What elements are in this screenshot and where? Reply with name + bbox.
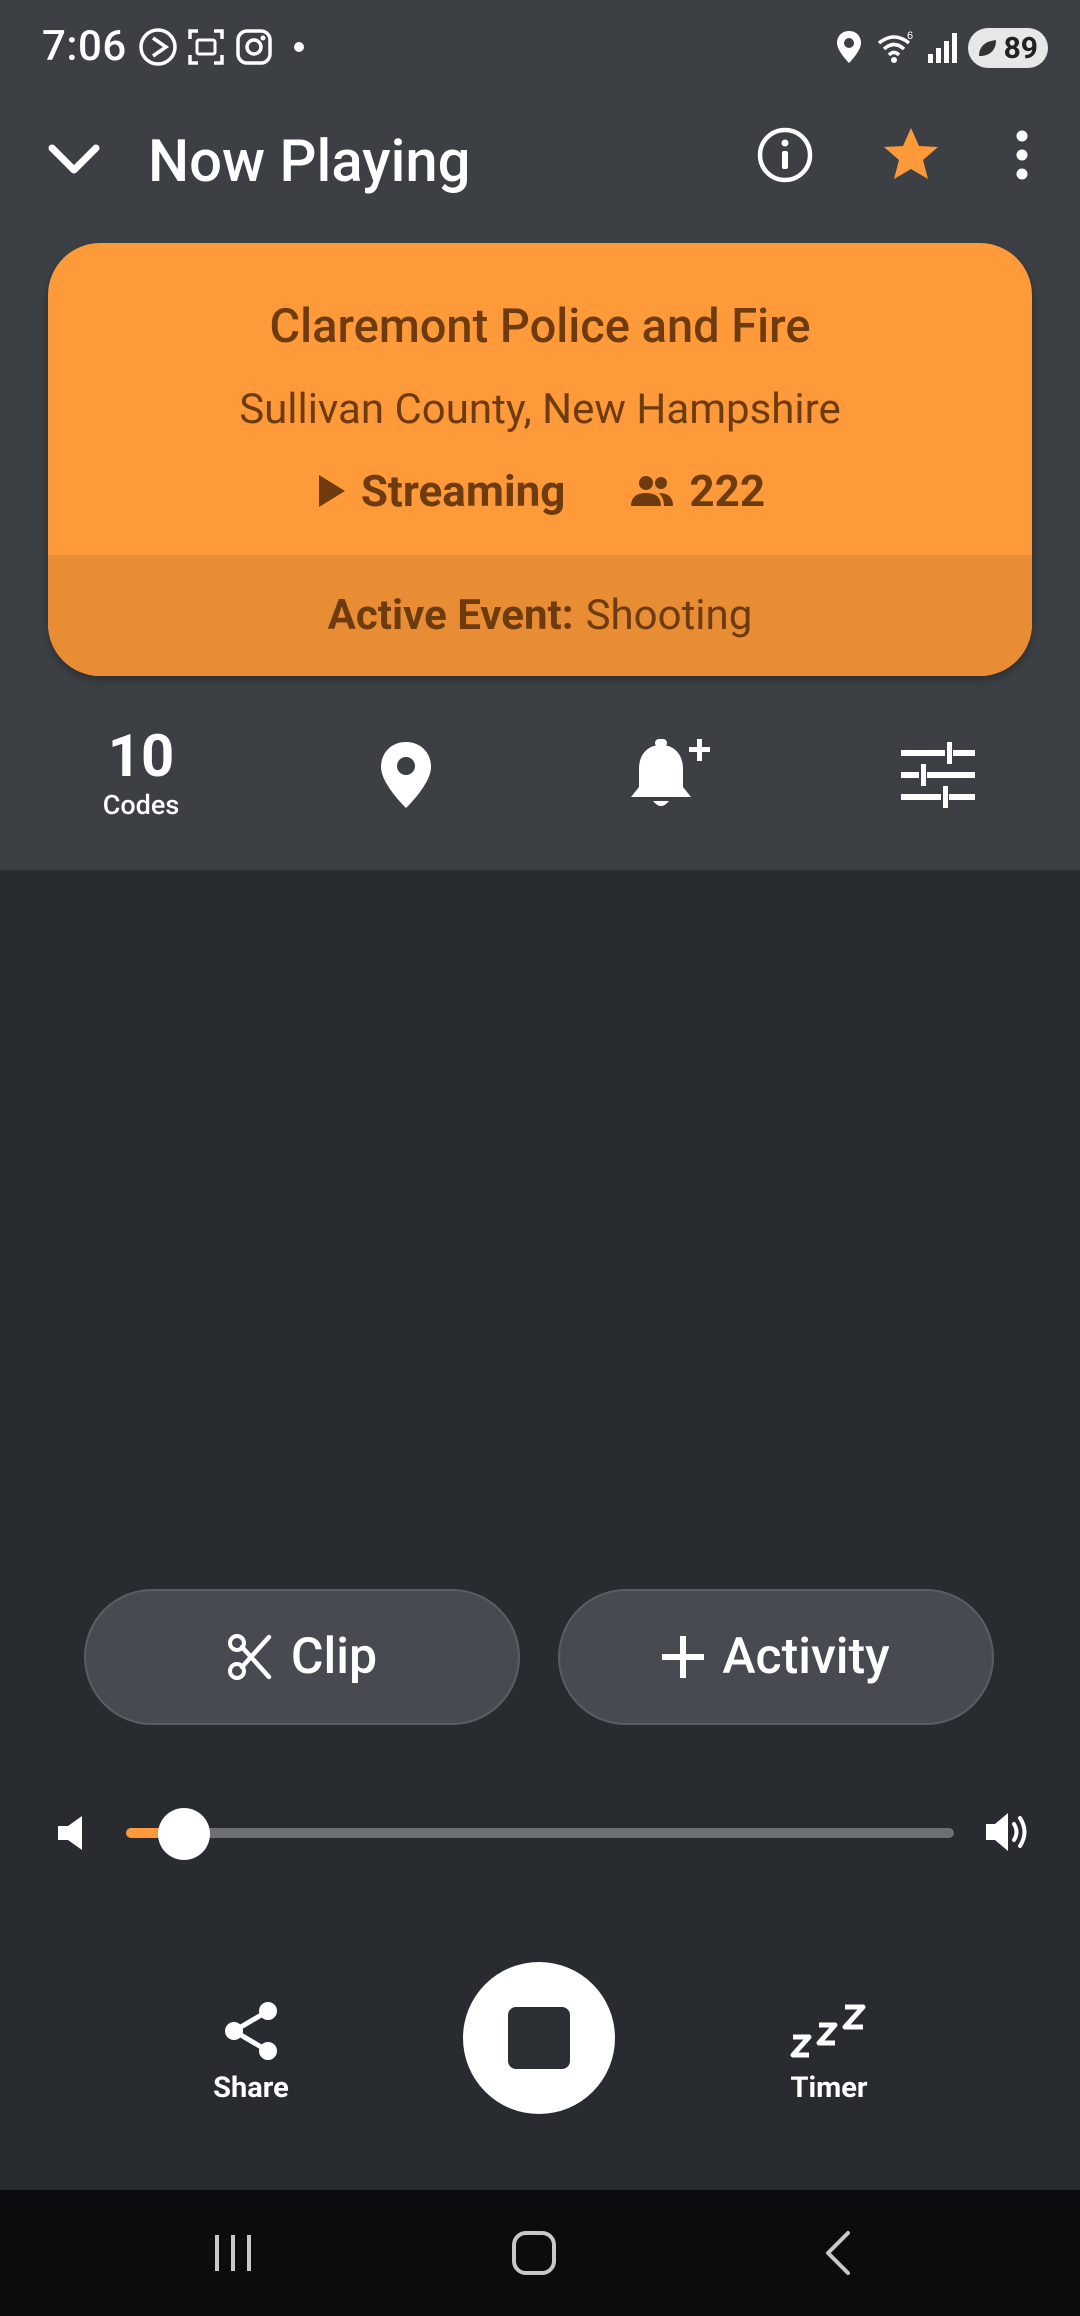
- stop-icon: [508, 2007, 570, 2069]
- stop-button[interactable]: [463, 1962, 615, 2114]
- media-notification-icon: [139, 28, 177, 66]
- bell-plus-icon: [631, 739, 710, 806]
- audio-settings-button[interactable]: [858, 720, 1018, 830]
- scissors-icon: [227, 1634, 272, 1680]
- recent-apps-button[interactable]: [188, 2218, 278, 2288]
- feed-name: Claremont Police and Fire: [269, 299, 811, 354]
- listeners-icon: [631, 476, 674, 506]
- timer-label: Timer: [790, 2071, 868, 2105]
- clip-label: Clip: [290, 1628, 378, 1686]
- share-button[interactable]: Share: [171, 1985, 331, 2105]
- instagram-notification-icon: [236, 29, 272, 65]
- feed-card[interactable]: Claremont Police and Fire Sullivan Count…: [48, 243, 1032, 676]
- codes-count: 10: [107, 723, 175, 791]
- page-title: Now Playing: [148, 128, 471, 196]
- play-icon: [318, 475, 345, 507]
- feed-location: Sullivan County, New Hampshire: [239, 385, 841, 434]
- info-icon: [757, 127, 813, 183]
- more-notifications-dot-icon: [294, 42, 304, 52]
- recent-apps-icon: [215, 2235, 251, 2271]
- codes-label: Codes: [102, 789, 180, 821]
- volume-slider-track[interactable]: [126, 1828, 954, 1838]
- wifi-status-icon: 6: [877, 30, 913, 63]
- home-icon: [512, 2231, 556, 2275]
- sleep-timer-button[interactable]: Timer: [749, 1985, 909, 2105]
- volume-low-icon: [58, 1816, 82, 1850]
- system-nav-bar: [0, 2190, 1080, 2316]
- active-event-value: Shooting: [585, 591, 753, 640]
- tune-sliders-icon: [901, 742, 975, 808]
- map-location-button[interactable]: [326, 720, 486, 830]
- feed-meta: Streaming 222: [48, 465, 1032, 517]
- plus-icon: [662, 1636, 705, 1678]
- active-event-banner[interactable]: Active Event: Shooting: [48, 555, 1032, 676]
- back-button[interactable]: [792, 2218, 882, 2288]
- activity-label: Activity: [722, 1628, 890, 1686]
- more-options-button[interactable]: [1000, 120, 1044, 190]
- location-pin-icon: [381, 742, 431, 808]
- battery-level: 89: [1003, 30, 1038, 66]
- activity-button[interactable]: Activity: [558, 1589, 994, 1725]
- back-icon: [826, 2231, 850, 2275]
- battery-indicator: 89: [968, 28, 1048, 68]
- sleep-zzz-icon: [790, 2004, 866, 2058]
- share-label: Share: [213, 2071, 289, 2105]
- share-icon: [225, 2002, 277, 2060]
- volume-high-icon: [986, 1813, 1027, 1851]
- cellular-signal-icon: [928, 33, 957, 63]
- feed-status: Streaming: [360, 465, 566, 517]
- favorite-button[interactable]: [876, 120, 946, 190]
- volume-slider-thumb[interactable]: [157, 1808, 210, 1860]
- app-header: Now Playing: [0, 110, 1080, 210]
- star-icon: [884, 128, 938, 179]
- home-button[interactable]: [489, 2218, 579, 2288]
- collapse-button[interactable]: [34, 124, 114, 196]
- screenshot-notification-icon: [188, 29, 224, 65]
- more-vertical-icon: [1016, 130, 1028, 180]
- codes-button[interactable]: 10 Codes: [61, 720, 221, 830]
- svg-text:6: 6: [907, 30, 913, 42]
- info-button[interactable]: [750, 120, 820, 190]
- status-bar: 7:06 6 89: [0, 0, 1080, 96]
- add-alert-button[interactable]: [592, 720, 752, 830]
- location-status-icon: [837, 31, 861, 63]
- chevron-down-icon: [48, 144, 100, 174]
- listener-count: 222: [689, 465, 766, 517]
- active-event-label: Active Event:: [327, 591, 574, 640]
- clip-button[interactable]: Clip: [84, 1589, 520, 1725]
- battery-saver-icon: [979, 40, 996, 56]
- status-time: 7:06: [42, 22, 127, 71]
